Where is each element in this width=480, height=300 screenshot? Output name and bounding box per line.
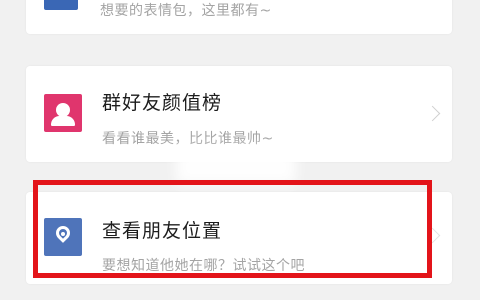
sticker-pack-subtitle: 想要的表情包，这里都有~ — [100, 3, 272, 19]
person-body-shape — [51, 116, 75, 126]
beauty-ranking-subtitle: 看看谁最美，比比谁最帅~ — [102, 131, 274, 147]
chevron-right-icon — [424, 105, 441, 122]
emoji-pack-icon — [44, 0, 78, 10]
person-head-shape — [56, 103, 70, 117]
red-highlight-box — [33, 180, 432, 278]
person-icon — [44, 94, 82, 132]
glare-overlay — [176, 148, 296, 184]
sticker-pack-card[interactable]: 想要的表情包，这里都有~ — [26, 0, 452, 34]
beauty-ranking-title: 群好友颜值榜 — [102, 92, 223, 114]
